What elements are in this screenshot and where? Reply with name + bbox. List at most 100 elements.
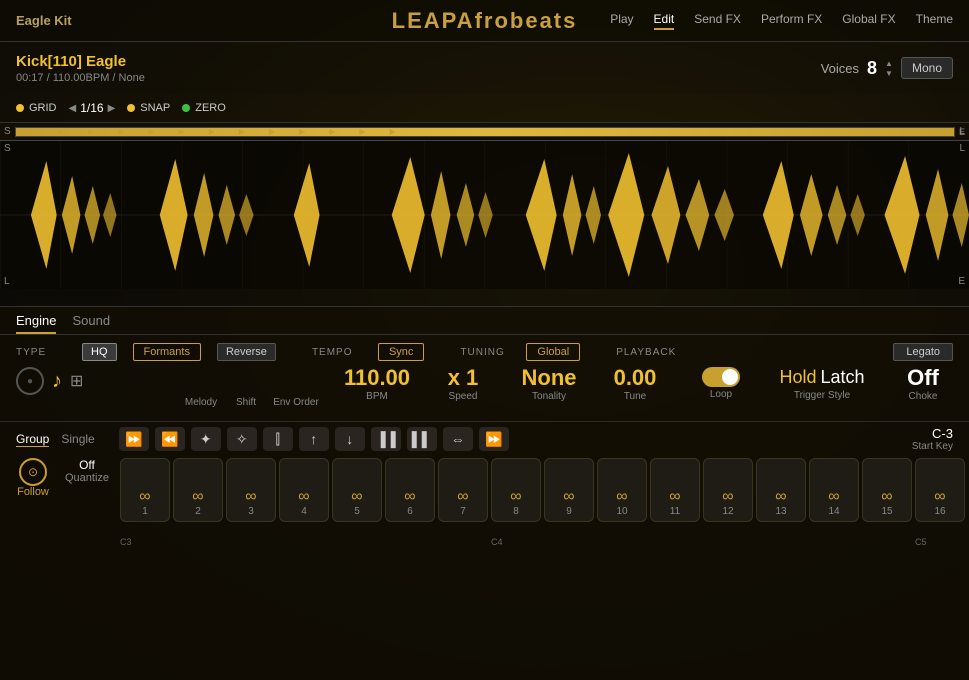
- key-num-15: 15: [881, 506, 892, 517]
- nav-global-fx[interactable]: Global FX: [842, 12, 895, 30]
- grid-next-button[interactable]: ▶: [108, 103, 116, 114]
- key-pad-5[interactable]: ∞ 5: [332, 458, 382, 522]
- nav-theme[interactable]: Theme: [916, 12, 953, 30]
- formants-button[interactable]: Formants: [133, 343, 201, 361]
- marker-arrow-7: ▶: [209, 127, 215, 136]
- bottom-section: Engine Sound TYPE HQ Formants Reverse TE…: [0, 307, 969, 680]
- wf-l-label: L: [959, 143, 965, 154]
- track-info: Kick[110] Eagle 00:17 / 110.00BPM / None: [16, 53, 145, 84]
- key-num-6: 6: [407, 506, 413, 517]
- grid-value: 1/16: [80, 101, 103, 115]
- tune-value: 0.00: [614, 367, 657, 389]
- music-note-icon[interactable]: ♪: [52, 370, 62, 393]
- key-pad-10[interactable]: ∞ 10: [597, 458, 647, 522]
- up-btn[interactable]: ↑: [299, 427, 329, 451]
- note-blank-6: [434, 537, 484, 547]
- down-btn[interactable]: ↓: [335, 427, 365, 451]
- nav-edit[interactable]: Edit: [654, 12, 675, 30]
- marker-arrow-11: ▶: [329, 127, 335, 136]
- reverse-button[interactable]: Reverse: [217, 343, 276, 361]
- key-pad-16[interactable]: ∞ 16: [915, 458, 965, 522]
- fast-forward-btn[interactable]: ⏩: [119, 427, 149, 451]
- tonality-value: None: [522, 367, 577, 389]
- note-blank-9: [646, 537, 696, 547]
- key-pad-3[interactable]: ∞ 3: [226, 458, 276, 522]
- follow-icon[interactable]: ⊙: [19, 458, 47, 486]
- key-pad-11[interactable]: ∞ 11: [650, 458, 700, 522]
- speed-label: Speed: [449, 391, 478, 402]
- record-icon[interactable]: ●: [16, 367, 44, 395]
- snap-indicator: SNAP: [127, 102, 170, 114]
- diamond-btn[interactable]: ✧: [227, 427, 257, 451]
- note-c5: C5: [911, 537, 961, 547]
- note-blank-4: [328, 537, 378, 547]
- key-pad-13[interactable]: ∞ 13: [756, 458, 806, 522]
- nav-send-fx[interactable]: Send FX: [694, 12, 741, 30]
- rewind-btn[interactable]: ⏪: [155, 427, 185, 451]
- wf-s-label: S: [4, 143, 11, 154]
- bars-btn[interactable]: ⫿: [263, 427, 293, 451]
- ff2-btn[interactable]: ⏩: [479, 427, 509, 451]
- mono-button[interactable]: Mono: [901, 57, 953, 79]
- loop-toggle[interactable]: [702, 367, 740, 387]
- key-pad-14[interactable]: ∞ 14: [809, 458, 859, 522]
- key-pad-15[interactable]: ∞ 15: [862, 458, 912, 522]
- tab-engine[interactable]: Engine: [16, 313, 56, 334]
- brand-leap: LEAP: [392, 8, 457, 33]
- key-pad-7[interactable]: ∞ 7: [438, 458, 488, 522]
- loop-icon-11: ∞: [669, 488, 680, 506]
- key-pad-4[interactable]: ∞ 4: [279, 458, 329, 522]
- nav-play[interactable]: Play: [610, 12, 633, 30]
- group-tab[interactable]: Group: [16, 432, 49, 447]
- key-pad-8[interactable]: ∞ 8: [491, 458, 541, 522]
- loop-icon-5: ∞: [351, 488, 362, 506]
- marker-arrow-8: ▶: [239, 127, 245, 136]
- marker-track[interactable]: ▶ ▶ ▶ ▶ ▶ ▶ ▶ ▶ ▶ ▶ ▶ ▶ ▶: [15, 127, 956, 137]
- key-num-1: 1: [142, 506, 148, 517]
- note-blank-12: [805, 537, 855, 547]
- sync-button[interactable]: Sync: [378, 343, 424, 361]
- bars3-btn[interactable]: ▌▌: [407, 427, 437, 451]
- key-num-2: 2: [195, 506, 201, 517]
- voices-arrows[interactable]: ▲ ▼: [885, 59, 893, 78]
- snap-label: SNAP: [140, 102, 170, 114]
- loop-icon-15: ∞: [881, 488, 892, 506]
- voices-up-icon[interactable]: ▲: [885, 59, 893, 68]
- hq-button[interactable]: HQ: [82, 343, 117, 361]
- bars2-btn[interactable]: ▐▐: [371, 427, 401, 451]
- grid-icon[interactable]: ⊞: [70, 371, 83, 391]
- marker-arrow-3: ▶: [88, 127, 94, 136]
- key-num-7: 7: [460, 506, 466, 517]
- key-pad-6[interactable]: ∞ 6: [385, 458, 435, 522]
- waveform-main[interactable]: S L E L: [0, 141, 969, 289]
- marker-arrow-12: ▶: [359, 127, 365, 136]
- tab-sound[interactable]: Sound: [72, 313, 110, 334]
- marker-bar[interactable]: S ▶ ▶ ▶ ▶ ▶ ▶ ▶ ▶ ▶ ▶ ▶ ▶ ▶ L: [0, 123, 969, 141]
- keyboard-section: Group Single ⏩ ⏪ ✦ ✧ ⫿ ↑ ↓ ▐▐ ▌▌ ⇔ ⏩: [0, 421, 969, 680]
- arrows-btn[interactable]: ⇔: [443, 427, 473, 451]
- single-tab[interactable]: Single: [61, 432, 94, 447]
- grid-nav[interactable]: ◀ 1/16 ▶: [69, 101, 116, 115]
- global-button[interactable]: Global: [526, 343, 580, 361]
- loop-icon-13: ∞: [775, 488, 786, 506]
- random-btn[interactable]: ✦: [191, 427, 221, 451]
- nav-perform-fx[interactable]: Perform FX: [761, 12, 822, 30]
- type-row: TYPE HQ Formants Reverse TEMPO Sync TUNI…: [0, 341, 969, 363]
- marker-arrow-9: ▶: [269, 127, 275, 136]
- speed-group: x 1 Speed: [428, 367, 498, 402]
- key-pad-2[interactable]: ∞ 2: [173, 458, 223, 522]
- marker-s-label: S: [4, 126, 11, 137]
- loop-icon-16: ∞: [934, 488, 945, 506]
- key-num-16: 16: [934, 506, 945, 517]
- note-blank-11: [752, 537, 802, 547]
- legato-button[interactable]: Legato: [893, 343, 953, 361]
- grid-prev-button[interactable]: ◀: [69, 103, 77, 114]
- marker-arrow-5: ▶: [148, 127, 154, 136]
- voices-number: 8: [867, 58, 877, 79]
- zero-dot: [182, 104, 190, 112]
- key-pad-9[interactable]: ∞ 9: [544, 458, 594, 522]
- key-pad-12[interactable]: ∞ 12: [703, 458, 753, 522]
- voices-down-icon[interactable]: ▼: [885, 69, 893, 78]
- key-pad-1[interactable]: ∞ 1: [120, 458, 170, 522]
- nav-links: Play Edit Send FX Perform FX Global FX T…: [610, 12, 953, 30]
